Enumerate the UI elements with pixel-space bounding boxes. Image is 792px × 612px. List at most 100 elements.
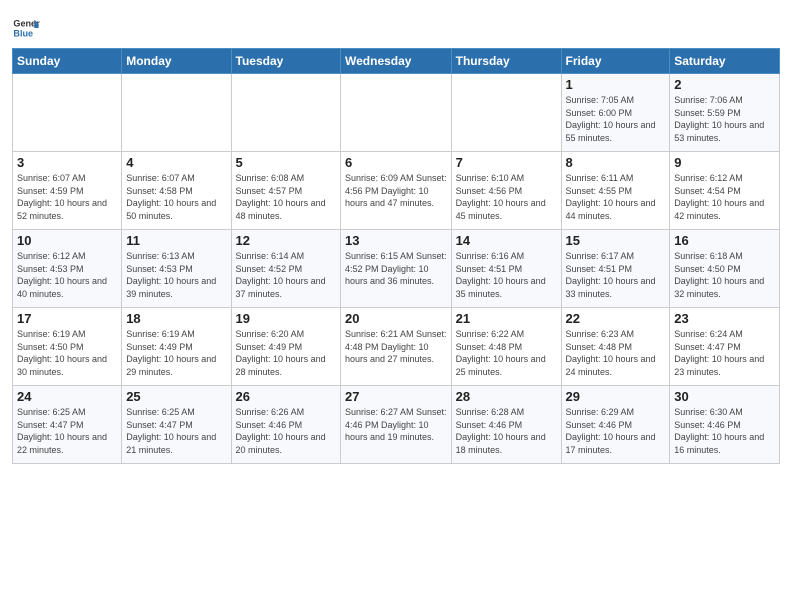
cell-info: Sunrise: 6:28 AM Sunset: 4:46 PM Dayligh…	[456, 406, 557, 456]
day-number: 19	[236, 311, 336, 326]
cell-info: Sunrise: 6:30 AM Sunset: 4:46 PM Dayligh…	[674, 406, 775, 456]
day-number: 21	[456, 311, 557, 326]
cell-info: Sunrise: 6:16 AM Sunset: 4:51 PM Dayligh…	[456, 250, 557, 300]
cell-4-1: 17Sunrise: 6:19 AM Sunset: 4:50 PM Dayli…	[13, 308, 122, 386]
cell-2-7: 9 Sunrise: 6:12 AM Sunset: 4:54 PM Daylig…	[670, 152, 780, 230]
cell-1-6: 1 Sunrise: 7:05 AM Sunset: 6:00 PM Daylig…	[561, 74, 670, 152]
header-day-monday: Monday	[122, 49, 231, 74]
cell-info: Sunrise: 7:05 AM Sunset: 6:00 PM Dayligh…	[566, 94, 666, 144]
logo-icon: General Blue	[12, 14, 40, 42]
logo: General Blue	[12, 14, 44, 42]
cell-info: Sunrise: 6:12 AM Sunset: 4:54 PM Dayligh…	[674, 172, 775, 222]
header-day-sunday: Sunday	[13, 49, 122, 74]
cell-5-4: 27 Sunrise: 6:27 AM Sunset: 4:46 PM Dayli…	[341, 386, 452, 464]
cell-4-6: 22Sunrise: 6:23 AM Sunset: 4:48 PM Dayli…	[561, 308, 670, 386]
cell-info: Sunrise: 6:20 AM Sunset: 4:49 PM Dayligh…	[236, 328, 336, 378]
day-number: 16	[674, 233, 775, 248]
cell-3-1: 10 Sunrise: 6:12 AM Sunset: 4:53 PM Dayli…	[13, 230, 122, 308]
day-number: 25	[126, 389, 226, 404]
header: General Blue	[12, 10, 780, 42]
cell-4-5: 21 Sunrise: 6:22 AM Sunset: 4:48 PM Dayli…	[451, 308, 561, 386]
cell-info: Sunrise: 6:07 AM Sunset: 4:58 PM Dayligh…	[126, 172, 226, 222]
cell-info: Sunrise: 6:18 AM Sunset: 4:50 PM Dayligh…	[674, 250, 775, 300]
cell-info: Sunrise: 6:12 AM Sunset: 4:53 PM Dayligh…	[17, 250, 117, 300]
header-row: SundayMondayTuesdayWednesdayThursdayFrid…	[13, 49, 780, 74]
cell-1-3	[231, 74, 340, 152]
cell-info: Sunrise: 6:17 AM Sunset: 4:51 PM Dayligh…	[566, 250, 666, 300]
cell-info: Sunrise: 6:27 AM Sunset: 4:46 PM Dayligh…	[345, 406, 447, 444]
day-number: 28	[456, 389, 557, 404]
cell-2-1: 3 Sunrise: 6:07 AM Sunset: 4:59 PM Daylig…	[13, 152, 122, 230]
cell-2-5: 7 Sunrise: 6:10 AM Sunset: 4:56 PM Daylig…	[451, 152, 561, 230]
cell-info: Sunrise: 6:10 AM Sunset: 4:56 PM Dayligh…	[456, 172, 557, 222]
day-number: 5	[236, 155, 336, 170]
day-number: 20	[345, 311, 447, 326]
day-number: 18	[126, 311, 226, 326]
cell-info: Sunrise: 6:25 AM Sunset: 4:47 PM Dayligh…	[126, 406, 226, 456]
cell-1-1	[13, 74, 122, 152]
cell-1-4	[341, 74, 452, 152]
week-row-3: 10 Sunrise: 6:12 AM Sunset: 4:53 PM Dayli…	[13, 230, 780, 308]
day-number: 13	[345, 233, 447, 248]
cell-info: Sunrise: 6:25 AM Sunset: 4:47 PM Dayligh…	[17, 406, 117, 456]
day-number: 9	[674, 155, 775, 170]
day-number: 4	[126, 155, 226, 170]
week-row-5: 24 Sunrise: 6:25 AM Sunset: 4:47 PM Dayli…	[13, 386, 780, 464]
cell-info: Sunrise: 7:06 AM Sunset: 5:59 PM Dayligh…	[674, 94, 775, 144]
cell-1-5	[451, 74, 561, 152]
day-number: 14	[456, 233, 557, 248]
cell-info: Sunrise: 6:24 AM Sunset: 4:47 PM Dayligh…	[674, 328, 775, 378]
calendar-container: General Blue SundayMondayTuesdayWednesda…	[0, 0, 792, 474]
cell-3-2: 11Sunrise: 6:13 AM Sunset: 4:53 PM Dayli…	[122, 230, 231, 308]
cell-1-2	[122, 74, 231, 152]
svg-text:Blue: Blue	[13, 28, 33, 38]
day-number: 3	[17, 155, 117, 170]
day-number: 12	[236, 233, 336, 248]
day-number: 29	[566, 389, 666, 404]
header-day-friday: Friday	[561, 49, 670, 74]
header-day-wednesday: Wednesday	[341, 49, 452, 74]
cell-5-7: 30Sunrise: 6:30 AM Sunset: 4:46 PM Dayli…	[670, 386, 780, 464]
day-number: 17	[17, 311, 117, 326]
cell-5-6: 29 Sunrise: 6:29 AM Sunset: 4:46 PM Dayli…	[561, 386, 670, 464]
cell-3-5: 14 Sunrise: 6:16 AM Sunset: 4:51 PM Dayli…	[451, 230, 561, 308]
day-number: 15	[566, 233, 666, 248]
cell-4-3: 19 Sunrise: 6:20 AM Sunset: 4:49 PM Dayli…	[231, 308, 340, 386]
calendar-table: SundayMondayTuesdayWednesdayThursdayFrid…	[12, 48, 780, 464]
cell-5-3: 26Sunrise: 6:26 AM Sunset: 4:46 PM Dayli…	[231, 386, 340, 464]
cell-4-4: 20 Sunrise: 6:21 AM Sunset: 4:48 PM Dayli…	[341, 308, 452, 386]
day-number: 8	[566, 155, 666, 170]
cell-1-7: 2 Sunrise: 7:06 AM Sunset: 5:59 PM Daylig…	[670, 74, 780, 152]
cell-info: Sunrise: 6:13 AM Sunset: 4:53 PM Dayligh…	[126, 250, 226, 300]
cell-2-2: 4 Sunrise: 6:07 AM Sunset: 4:58 PM Daylig…	[122, 152, 231, 230]
day-number: 1	[566, 77, 666, 92]
cell-5-2: 25 Sunrise: 6:25 AM Sunset: 4:47 PM Dayli…	[122, 386, 231, 464]
cell-4-2: 18 Sunrise: 6:19 AM Sunset: 4:49 PM Dayli…	[122, 308, 231, 386]
cell-5-5: 28 Sunrise: 6:28 AM Sunset: 4:46 PM Dayli…	[451, 386, 561, 464]
day-number: 6	[345, 155, 447, 170]
cell-info: Sunrise: 6:15 AM Sunset: 4:52 PM Dayligh…	[345, 250, 447, 288]
cell-info: Sunrise: 6:19 AM Sunset: 4:49 PM Dayligh…	[126, 328, 226, 378]
day-number: 22	[566, 311, 666, 326]
cell-info: Sunrise: 6:07 AM Sunset: 4:59 PM Dayligh…	[17, 172, 117, 222]
day-number: 2	[674, 77, 775, 92]
cell-2-3: 5Sunrise: 6:08 AM Sunset: 4:57 PM Daylig…	[231, 152, 340, 230]
week-row-4: 17Sunrise: 6:19 AM Sunset: 4:50 PM Dayli…	[13, 308, 780, 386]
day-number: 24	[17, 389, 117, 404]
cell-info: Sunrise: 6:26 AM Sunset: 4:46 PM Dayligh…	[236, 406, 336, 456]
header-day-thursday: Thursday	[451, 49, 561, 74]
day-number: 27	[345, 389, 447, 404]
week-row-2: 3 Sunrise: 6:07 AM Sunset: 4:59 PM Daylig…	[13, 152, 780, 230]
cell-info: Sunrise: 6:22 AM Sunset: 4:48 PM Dayligh…	[456, 328, 557, 378]
cell-3-4: 13 Sunrise: 6:15 AM Sunset: 4:52 PM Dayli…	[341, 230, 452, 308]
cell-3-7: 16 Sunrise: 6:18 AM Sunset: 4:50 PM Dayli…	[670, 230, 780, 308]
cell-2-6: 8 Sunrise: 6:11 AM Sunset: 4:55 PM Daylig…	[561, 152, 670, 230]
cell-info: Sunrise: 6:09 AM Sunset: 4:56 PM Dayligh…	[345, 172, 447, 210]
day-number: 7	[456, 155, 557, 170]
cell-info: Sunrise: 6:29 AM Sunset: 4:46 PM Dayligh…	[566, 406, 666, 456]
cell-info: Sunrise: 6:11 AM Sunset: 4:55 PM Dayligh…	[566, 172, 666, 222]
cell-info: Sunrise: 6:21 AM Sunset: 4:48 PM Dayligh…	[345, 328, 447, 366]
header-day-saturday: Saturday	[670, 49, 780, 74]
cell-4-7: 23Sunrise: 6:24 AM Sunset: 4:47 PM Dayli…	[670, 308, 780, 386]
day-number: 10	[17, 233, 117, 248]
